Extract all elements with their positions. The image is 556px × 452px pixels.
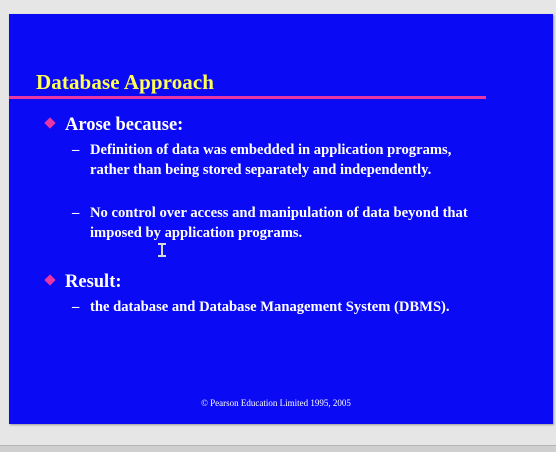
bullet-label: Arose because: bbox=[65, 115, 184, 135]
bullet-result: Result: bbox=[44, 272, 122, 293]
slide-title: Database Approach bbox=[36, 70, 215, 94]
sub-bullet-text: the database and Database Management Sys… bbox=[90, 299, 450, 315]
bullet-arose-because: Arose because: bbox=[44, 115, 184, 136]
sub-bullet-text: Definition of data was embedded in appli… bbox=[90, 142, 452, 178]
text-cursor-icon bbox=[158, 243, 166, 257]
slide-viewer: Database Approach Arose because: – Defin… bbox=[0, 0, 556, 452]
diamond-bullet-icon bbox=[44, 274, 56, 286]
dash-marker: – bbox=[72, 142, 80, 158]
sub-bullet-database-dbms: – the database and Database Management S… bbox=[72, 298, 472, 318]
slide: Database Approach Arose because: – Defin… bbox=[9, 14, 553, 424]
dash-marker: – bbox=[72, 299, 80, 315]
title-underline bbox=[9, 96, 486, 99]
cursor-cap-bottom bbox=[158, 255, 166, 257]
sub-bullet-definition-of-data: – Definition of data was embedded in app… bbox=[72, 141, 492, 180]
sub-bullet-text: No control over access and manipulation … bbox=[90, 205, 468, 241]
viewer-bottom-bar bbox=[0, 445, 556, 452]
copyright-footer: © Pearson Education Limited 1995, 2005 bbox=[201, 398, 351, 408]
dash-marker: – bbox=[72, 205, 80, 221]
diamond-bullet-icon bbox=[44, 117, 56, 129]
sub-bullet-no-control: – No control over access and manipulatio… bbox=[72, 204, 472, 243]
bullet-label: Result: bbox=[65, 272, 122, 292]
